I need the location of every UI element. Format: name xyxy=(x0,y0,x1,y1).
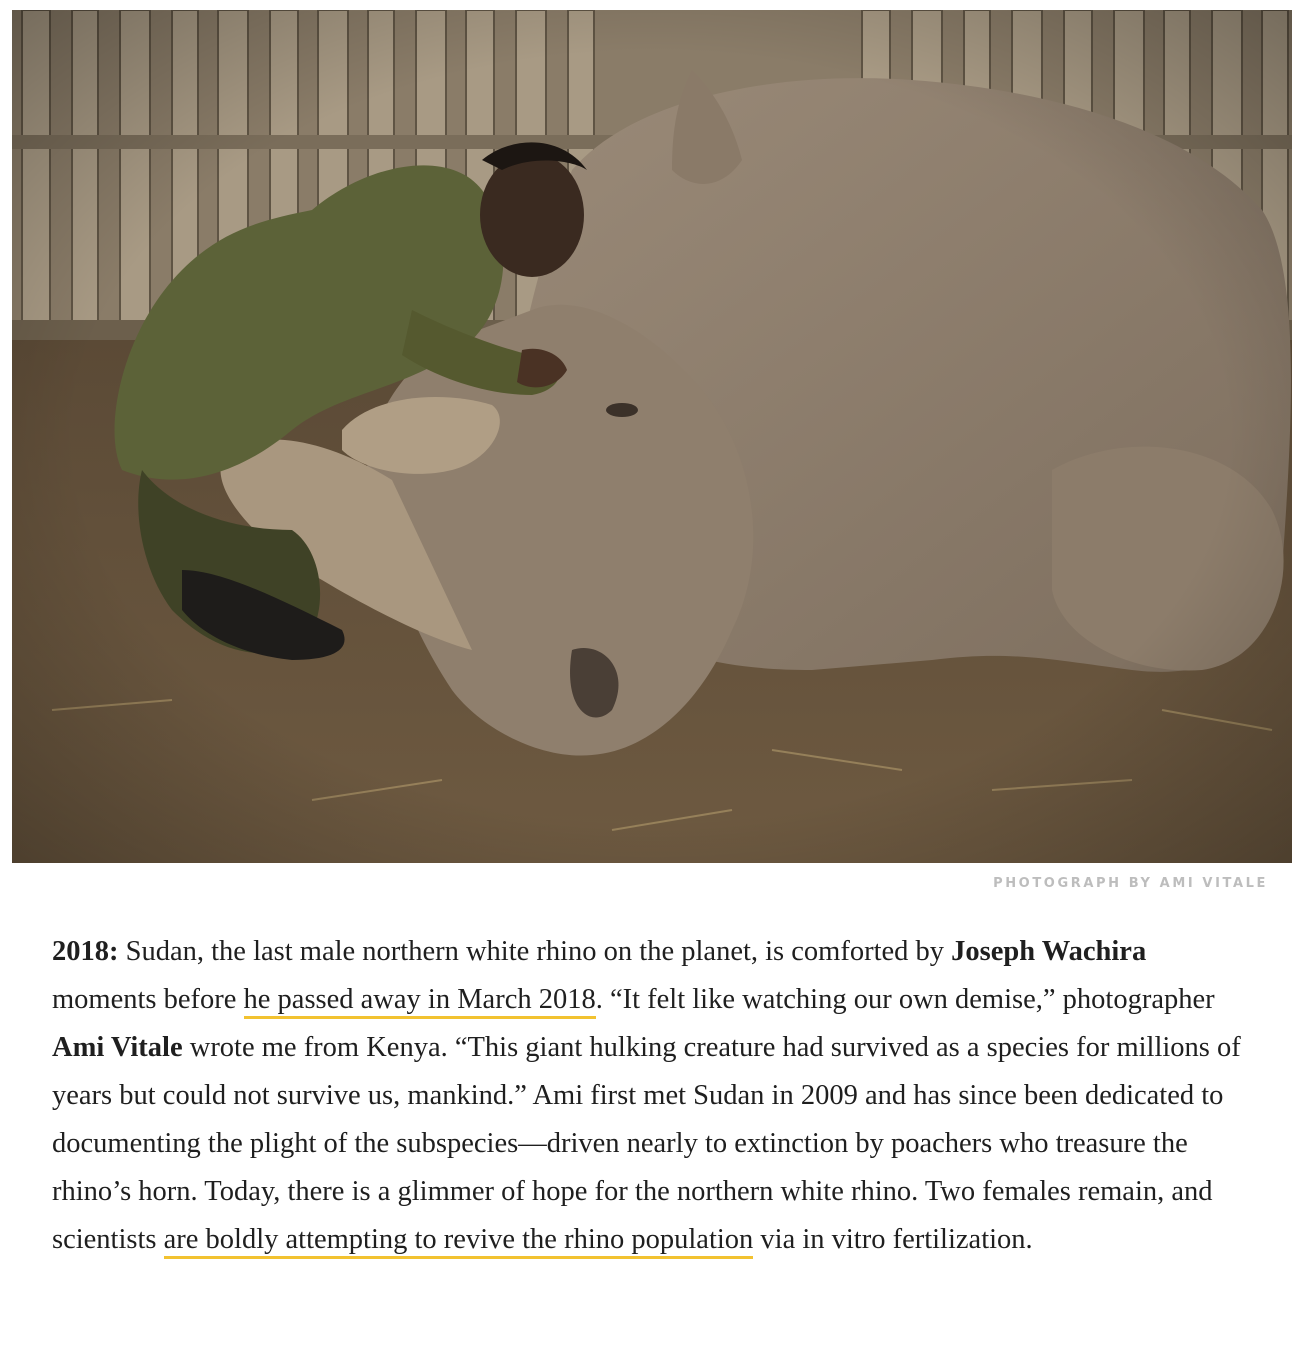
article-photo xyxy=(12,10,1292,863)
caption-text: via in vitro fertilization. xyxy=(753,1224,1033,1255)
caption-text: moments before xyxy=(52,984,244,1015)
caption-year: 2018: xyxy=(52,936,119,967)
caption-text: wrote me from Kenya. “This giant hulking… xyxy=(52,1032,1241,1255)
photo-credit: PHOTOGRAPH BY AMI VITALE xyxy=(993,876,1268,891)
rhino-photo-illustration xyxy=(12,10,1292,863)
link-revive-rhino-population[interactable]: are boldly attempting to revive the rhin… xyxy=(163,1224,754,1259)
caption-text: Sudan, the last male northern white rhin… xyxy=(118,936,952,967)
caption-name-joseph-wachira: Joseph Wachira xyxy=(951,936,1147,967)
caption-text: . “It felt like watching our own demise,… xyxy=(595,984,1215,1015)
photo-caption: 2018: Sudan, the last male northern whit… xyxy=(52,928,1242,1264)
link-passed-away[interactable]: he passed away in March 2018 xyxy=(243,984,596,1019)
caption-name-ami-vitale: Ami Vitale xyxy=(52,1032,183,1063)
